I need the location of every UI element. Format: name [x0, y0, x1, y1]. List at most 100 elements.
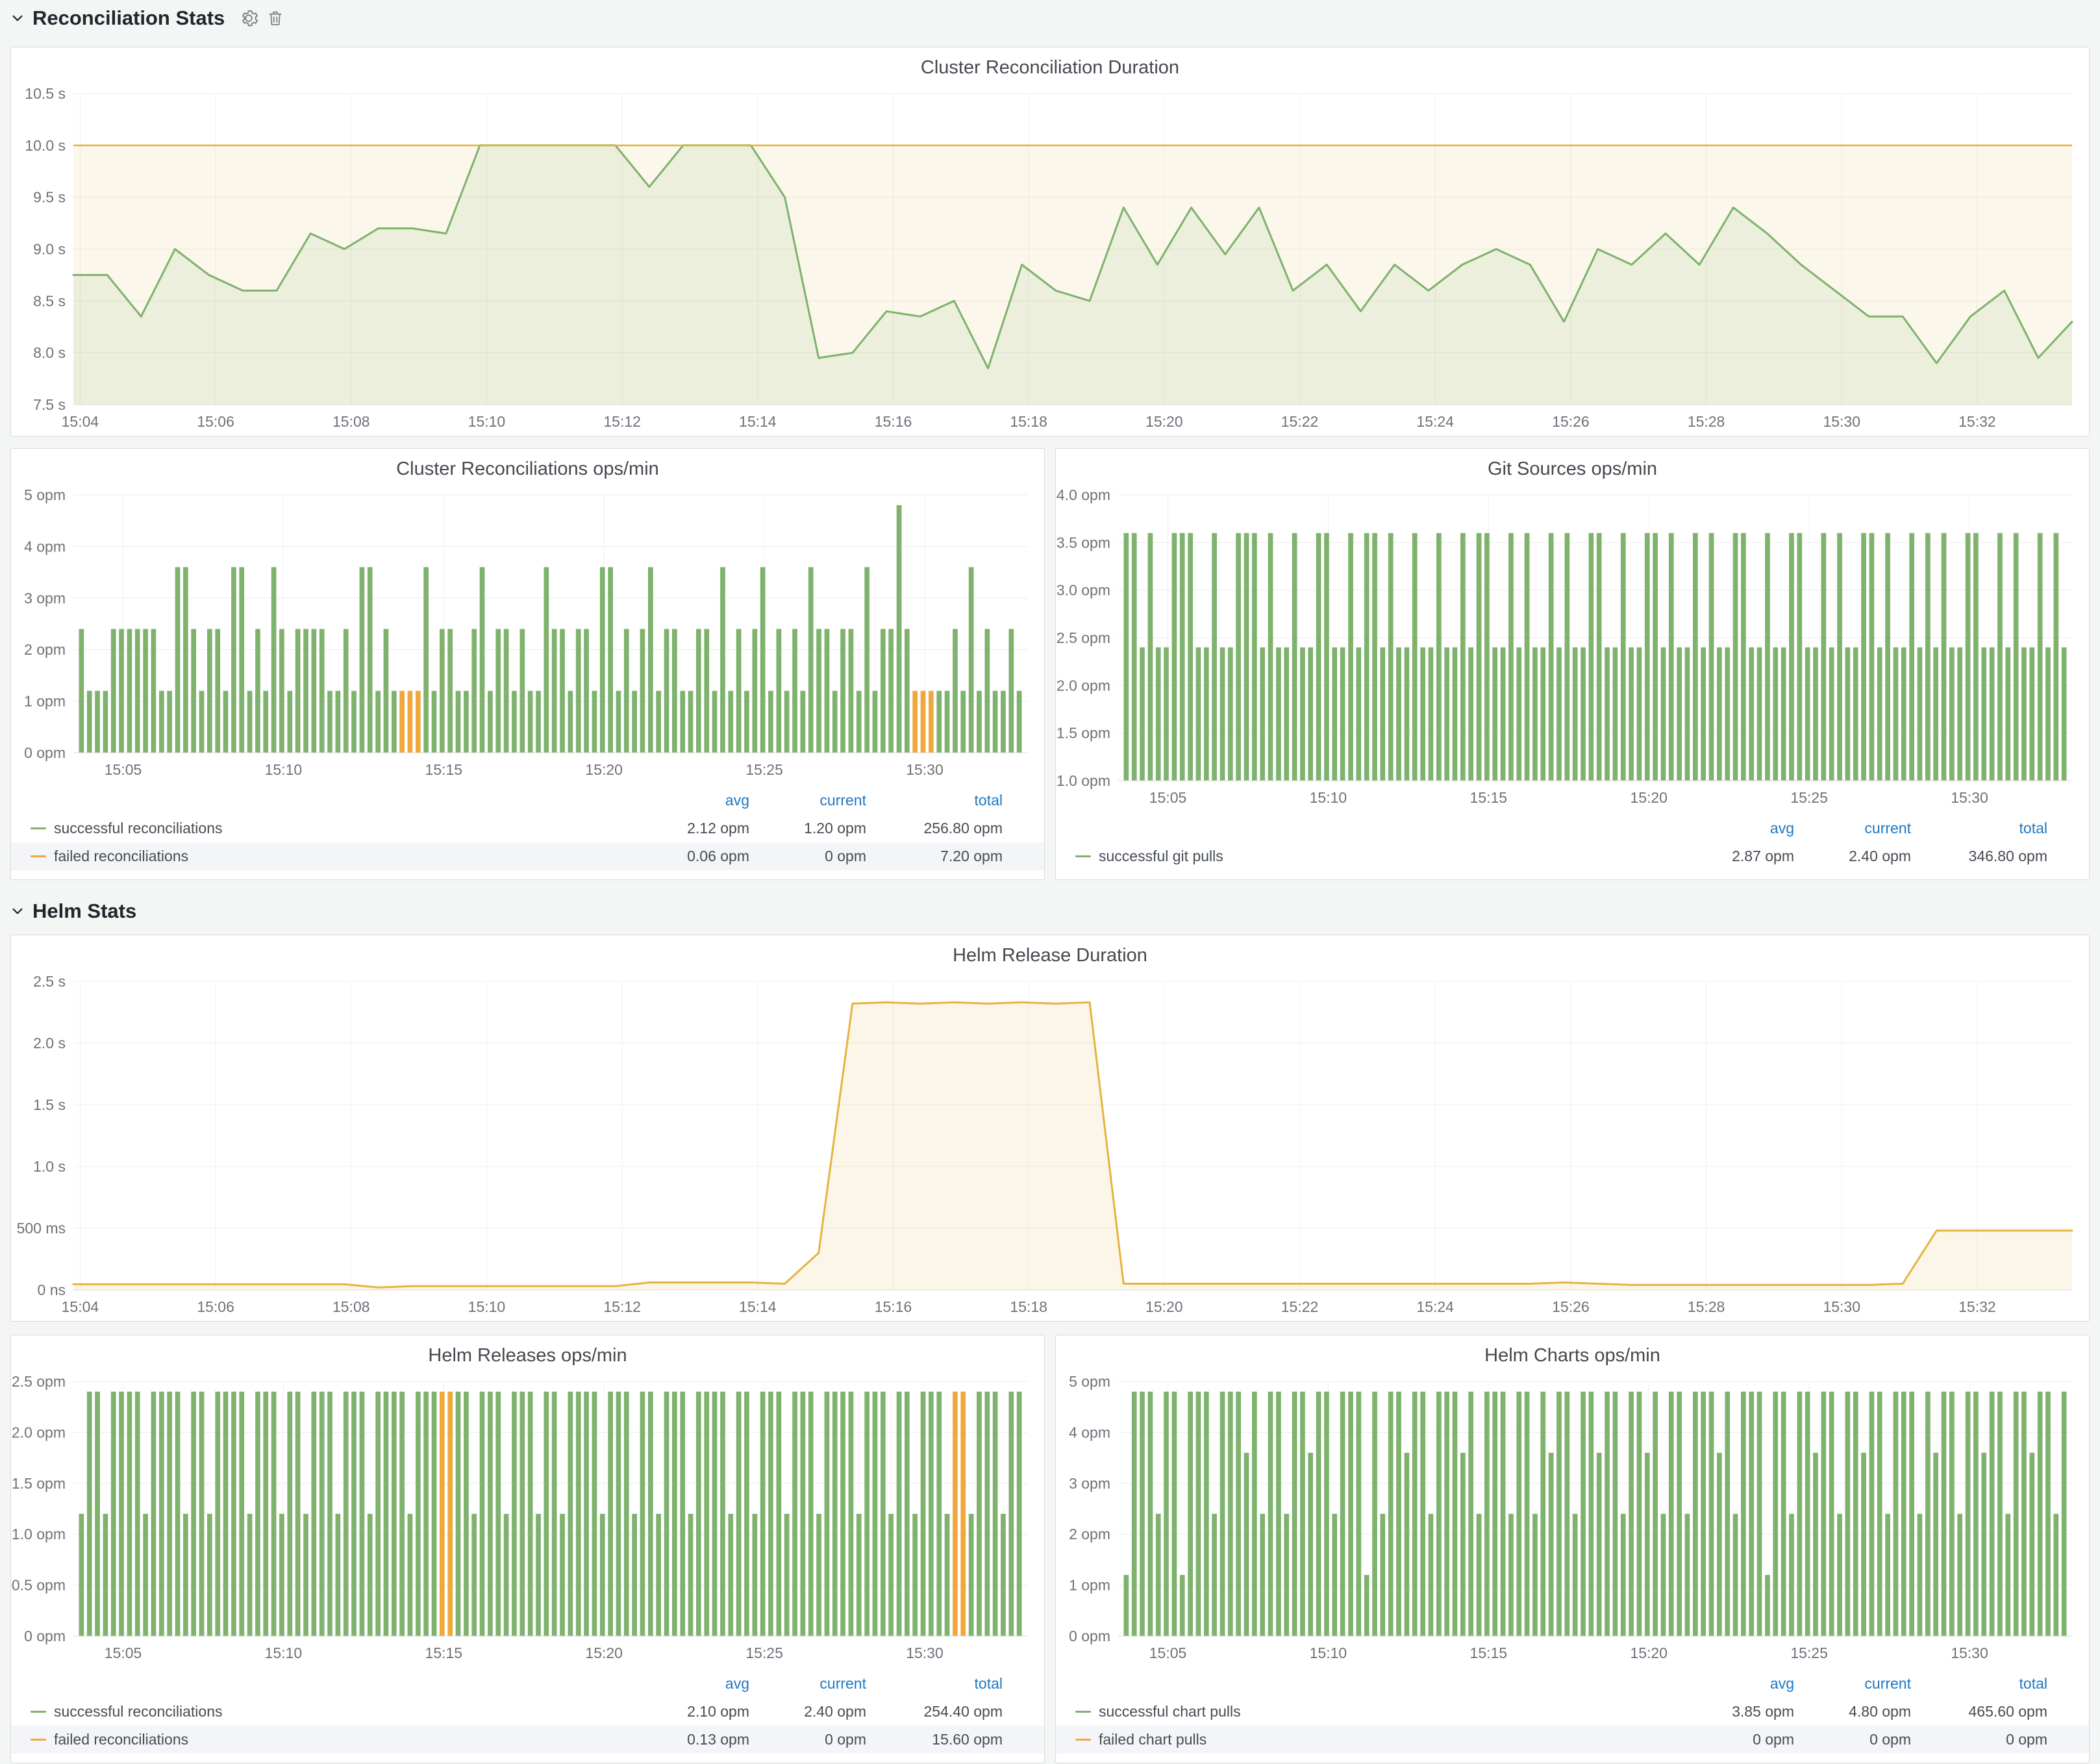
cluster-reconciliations-plot[interactable]: 0 opm1 opm2 opm3 opm4 opm5 opm15:0515:10… [11, 483, 1044, 784]
legend-series-toggle[interactable]: failed reconciliations [31, 1731, 632, 1748]
section-reconciliation-stats: Reconciliation Stats [10, 5, 2090, 31]
svg-text:15:10: 15:10 [265, 761, 303, 778]
svg-text:15:05: 15:05 [105, 761, 142, 778]
legend-header-total[interactable]: total [866, 792, 1003, 809]
legend-value-current: 1.20 opm [749, 820, 866, 837]
series-swatch [31, 855, 46, 857]
svg-text:15:10: 15:10 [468, 413, 506, 430]
legend-value-avg: 0 opm [1677, 1731, 1794, 1748]
svg-text:2 opm: 2 opm [24, 641, 66, 658]
legend-series-name: successful git pulls [1099, 848, 1223, 865]
legend-header-row: avg current total [11, 1670, 1044, 1698]
panel-title[interactable]: Helm Release Duration [11, 935, 2089, 970]
legend: avg current total successful chart pulls… [1056, 1667, 2089, 1763]
svg-text:2.5 opm: 2.5 opm [1056, 629, 1110, 646]
section-delete-button[interactable] [266, 9, 284, 27]
svg-text:3 opm: 3 opm [24, 590, 66, 607]
legend-row-successful: successful git pulls 2.87 opm 2.40 opm 3… [1056, 842, 2089, 870]
svg-text:15:20: 15:20 [585, 1644, 623, 1661]
panel-helm-release-duration: Helm Release Duration 0 ns500 ms1.0 s1.5… [10, 935, 2090, 1322]
section-title[interactable]: Reconciliation Stats [32, 6, 225, 30]
legend-series-toggle[interactable]: successful chart pulls [1075, 1703, 1677, 1720]
chevron-down-icon [10, 11, 25, 25]
legend-series-name: failed reconciliations [54, 1731, 188, 1748]
legend-series-toggle[interactable]: successful git pulls [1075, 848, 1677, 865]
svg-text:1.0 opm: 1.0 opm [1056, 772, 1110, 789]
svg-text:15:26: 15:26 [1552, 1298, 1590, 1315]
chevron-down-icon [10, 904, 25, 918]
legend-header-total[interactable]: total [1911, 1675, 2047, 1693]
svg-text:3.0 opm: 3.0 opm [1056, 582, 1110, 599]
panel-title[interactable]: Cluster Reconciliations ops/min [11, 449, 1044, 483]
section-collapse-toggle[interactable] [10, 904, 25, 918]
svg-text:15:10: 15:10 [1310, 1644, 1347, 1661]
svg-text:500 ms: 500 ms [17, 1220, 66, 1237]
legend-row-successful: successful chart pulls 3.85 opm 4.80 opm… [1056, 1698, 2089, 1726]
panel-cluster-reconciliations-opm: Cluster Reconciliations ops/min 0 opm1 o… [10, 448, 1045, 880]
legend-row-successful: successful reconciliations 2.12 opm 1.20… [11, 814, 1044, 842]
svg-text:15:32: 15:32 [1958, 1298, 1996, 1315]
legend-series-toggle[interactable]: successful reconciliations [31, 1703, 632, 1720]
legend-header-current[interactable]: current [1794, 1675, 1911, 1693]
legend-header-avg[interactable]: avg [1677, 820, 1794, 837]
panel-title[interactable]: Cluster Reconciliation Duration [11, 47, 2089, 82]
svg-text:15:04: 15:04 [62, 413, 99, 430]
svg-text:15:18: 15:18 [1010, 413, 1047, 430]
series-swatch [31, 827, 46, 829]
legend-value-avg: 2.10 opm [632, 1703, 749, 1720]
legend: avg current total successful reconciliat… [11, 784, 1044, 879]
svg-text:8.0 s: 8.0 s [33, 344, 66, 361]
section-title[interactable]: Helm Stats [32, 900, 136, 923]
panel-title[interactable]: Helm Releases ops/min [11, 1335, 1044, 1370]
legend-value-avg: 0.06 opm [632, 848, 749, 865]
legend-row-failed: failed reconciliations 0.13 opm 0 opm 15… [11, 1726, 1044, 1754]
legend-value-total: 254.40 opm [866, 1703, 1003, 1720]
legend-header-avg[interactable]: avg [632, 792, 749, 809]
helm-release-duration-plot[interactable]: 0 ns500 ms1.0 s1.5 s2.0 s2.5 s15:0415:06… [11, 970, 2089, 1321]
section-settings-button[interactable] [239, 8, 258, 28]
section-collapse-toggle[interactable] [10, 11, 25, 25]
dashboard: Reconciliation Stats Cluster Reconciliat… [0, 0, 2100, 1763]
legend-series-toggle[interactable]: failed chart pulls [1075, 1731, 1677, 1748]
svg-text:2.0 opm: 2.0 opm [12, 1424, 66, 1441]
legend-header-total[interactable]: total [1911, 820, 2047, 837]
legend-header-current[interactable]: current [749, 792, 866, 809]
svg-text:15:30: 15:30 [1823, 413, 1860, 430]
helm-releases-plot[interactable]: 0 opm0.5 opm1.0 opm1.5 opm2.0 opm2.5 opm… [11, 1370, 1044, 1667]
svg-text:15:06: 15:06 [197, 1298, 234, 1315]
helm-charts-plot[interactable]: 0 opm1 opm2 opm3 opm4 opm5 opm15:0515:10… [1056, 1370, 2089, 1667]
svg-text:0 opm: 0 opm [24, 744, 66, 761]
legend-series-toggle[interactable]: successful reconciliations [31, 820, 632, 837]
svg-text:4.0 opm: 4.0 opm [1056, 486, 1110, 503]
trash-icon [266, 9, 284, 27]
legend: avg current total successful git pulls 2… [1056, 812, 2089, 879]
svg-text:15:18: 15:18 [1010, 1298, 1047, 1315]
series-swatch [31, 1739, 46, 1741]
panel-title[interactable]: Git Sources ops/min [1056, 449, 2089, 483]
legend-header-row: avg current total [1056, 814, 2089, 842]
legend-value-total: 256.80 opm [866, 820, 1003, 837]
series-swatch [1075, 1711, 1091, 1713]
legend-header-current[interactable]: current [1794, 820, 1911, 837]
legend-value-current: 2.40 opm [1794, 848, 1911, 865]
legend-header-current[interactable]: current [749, 1675, 866, 1693]
svg-text:15:10: 15:10 [1310, 789, 1347, 806]
svg-text:15:25: 15:25 [745, 761, 783, 778]
legend-header-avg[interactable]: avg [632, 1675, 749, 1693]
legend-header-avg[interactable]: avg [1677, 1675, 1794, 1693]
svg-text:1.0 s: 1.0 s [33, 1158, 66, 1175]
legend-series-toggle[interactable]: failed reconciliations [31, 848, 632, 865]
svg-text:1.5 s: 1.5 s [33, 1096, 66, 1113]
svg-text:9.0 s: 9.0 s [33, 241, 66, 258]
svg-text:3 opm: 3 opm [1069, 1475, 1110, 1492]
svg-text:15:28: 15:28 [1688, 413, 1725, 430]
git-sources-plot[interactable]: 1.0 opm1.5 opm2.0 opm2.5 opm3.0 opm3.5 o… [1056, 483, 2089, 812]
legend-row-failed: failed chart pulls 0 opm 0 opm 0 opm [1056, 1726, 2089, 1754]
legend-value-total: 0 opm [1911, 1731, 2047, 1748]
cluster-reconciliation-duration-plot[interactable]: 7.5 s8.0 s8.5 s9.0 s9.5 s10.0 s10.5 s15:… [11, 82, 2089, 436]
svg-text:15:25: 15:25 [745, 1644, 783, 1661]
legend-value-current: 0 opm [749, 1731, 866, 1748]
legend-header-total[interactable]: total [866, 1675, 1003, 1693]
panel-title[interactable]: Helm Charts ops/min [1056, 1335, 2089, 1370]
svg-text:15:16: 15:16 [875, 413, 912, 430]
